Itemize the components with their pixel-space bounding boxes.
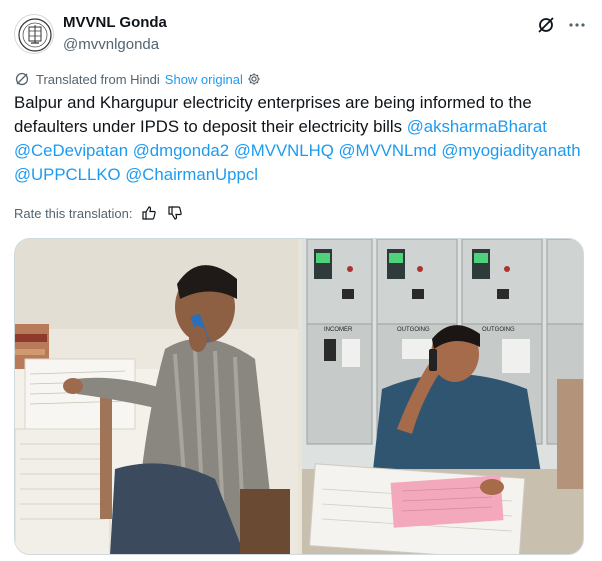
- tweet-header: MVVNL Gonda @mvvnlgonda: [14, 12, 589, 56]
- mention-link[interactable]: @MVVNLmd: [338, 141, 436, 160]
- grok-icon[interactable]: [536, 15, 556, 35]
- mention-link[interactable]: @aksharmaBharat: [407, 117, 547, 136]
- panel-label: OUTGOING: [397, 327, 430, 333]
- rate-translation-label: Rate this translation:: [14, 205, 133, 221]
- media-grid: INCOMER OUTGOING OUTGOING: [14, 238, 584, 555]
- translated-from-label: Translated from Hindi: [36, 71, 160, 87]
- panel-label: OUTGOING: [482, 327, 515, 333]
- mention-link[interactable]: @UPPCLLKO: [14, 165, 121, 184]
- show-original-link[interactable]: Show original: [165, 72, 243, 87]
- mention-link[interactable]: @MVVNLHQ: [234, 141, 334, 160]
- mention-link[interactable]: @dmgonda2: [133, 141, 229, 160]
- account-name[interactable]: MVVNL Gonda: [63, 14, 167, 31]
- translation-notice: Translated from Hindi Show original: [14, 70, 261, 88]
- man-on-phone-at-desk-photo[interactable]: [15, 239, 298, 554]
- gear-icon[interactable]: [247, 72, 261, 86]
- mention-link[interactable]: @myogiadityanath: [441, 141, 580, 160]
- thumbs-down-icon[interactable]: [167, 205, 183, 221]
- panel-label: INCOMER: [324, 327, 353, 333]
- mention-link[interactable]: @CeDevipatan: [14, 141, 128, 160]
- rate-translation: Rate this translation:: [14, 203, 183, 223]
- mention-link[interactable]: @ChairmanUppcl: [125, 165, 258, 184]
- translate-icon: [15, 72, 29, 86]
- thumbs-up-icon[interactable]: [141, 205, 157, 221]
- man-on-phone-at-switchgear-panel-photo[interactable]: INCOMER OUTGOING OUTGOING: [302, 239, 583, 554]
- emblem-logo-icon: [18, 18, 52, 52]
- avatar[interactable]: [14, 14, 54, 54]
- more-options-icon[interactable]: [567, 15, 587, 35]
- tweet-text: Balpur and Khargupur electricity enterpr…: [14, 91, 589, 187]
- account-handle[interactable]: @mvvnlgonda: [63, 36, 159, 53]
